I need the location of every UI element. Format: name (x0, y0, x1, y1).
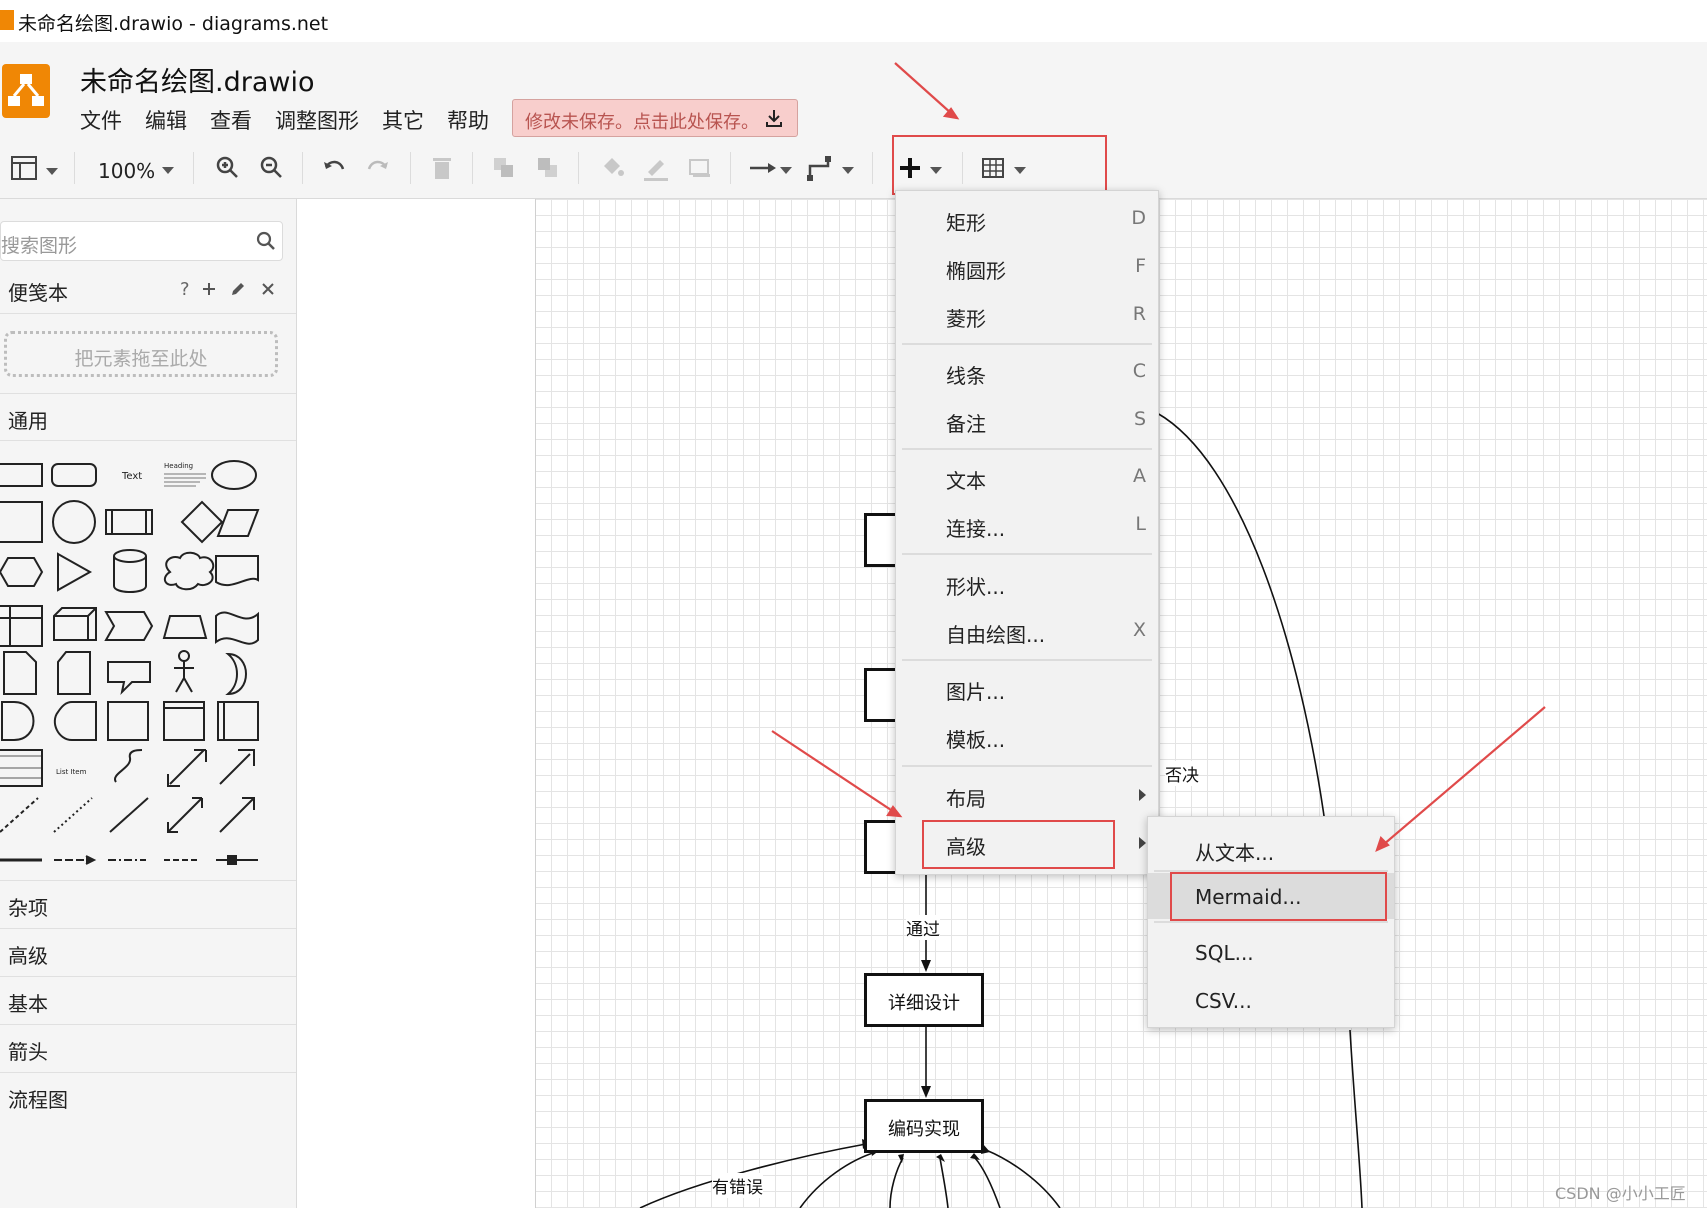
chevron-right-icon (1139, 837, 1146, 849)
insert-button-highlight (892, 135, 1107, 195)
node-implementation[interactable]: 编码实现 (864, 1099, 984, 1153)
save-banner-text: 修改未保存。点击此处保存。 (525, 112, 759, 133)
edit-icon[interactable] (230, 281, 246, 297)
menu-file[interactable]: 文件 (80, 105, 122, 135)
section-advanced[interactable]: 高级 (8, 940, 48, 969)
scratchpad-dropzone[interactable]: 把元素拖至此处 (4, 331, 278, 377)
menu-item-ellipse[interactable]: 椭圆形 F (896, 245, 1158, 289)
chevron-down-icon[interactable] (162, 167, 174, 174)
mermaid-item-highlight (1170, 872, 1387, 921)
advanced-item-highlight (922, 820, 1115, 869)
shadow-icon (689, 159, 710, 177)
submenu-item-from-text[interactable]: 从文本... (1148, 825, 1394, 871)
search-placeholder: 搜索图形 (1, 235, 78, 257)
general-shapes-palette[interactable]: Text Heading List Item (0, 444, 296, 894)
line-color-icon (644, 160, 668, 181)
list-item-shape-label: List Item (56, 768, 87, 776)
fill-color-icon (604, 158, 624, 176)
to-back-icon (538, 158, 557, 177)
shapes-sidebar: 搜索图形 便笺本 ? 把元素拖至此处 通用 Text Heading List … (0, 199, 297, 1208)
close-icon[interactable] (260, 281, 276, 297)
zoom-out-icon[interactable] (258, 154, 286, 182)
submenu-item-sql[interactable]: SQL... (1148, 929, 1394, 975)
section-basic[interactable]: 基本 (8, 988, 48, 1017)
chevron-right-icon (1139, 789, 1146, 801)
menu-view[interactable]: 查看 (210, 105, 252, 135)
waypoints-icon[interactable] (806, 154, 836, 182)
menu-item-freehand[interactable]: 自由绘图... X (896, 609, 1158, 653)
watermark: CSDN @小小工匠 (1555, 1184, 1686, 1203)
chevron-down-icon[interactable] (46, 168, 58, 175)
download-icon (766, 110, 782, 127)
menu-arrange[interactable]: 调整图形 (275, 105, 359, 135)
menu-help[interactable]: 帮助 (447, 105, 489, 135)
delete-icon (433, 158, 451, 179)
undo-icon[interactable] (320, 154, 348, 182)
edge-label-reject[interactable]: 否决 (1165, 761, 1199, 786)
app-header: 未命名绘图.drawio 文件 编辑 查看 调整图形 其它 帮助 修改未保存。点… (0, 42, 1707, 138)
zoom-in-icon[interactable] (214, 154, 242, 182)
section-arrows[interactable]: 箭头 (8, 1036, 48, 1065)
connection-style-icon[interactable] (748, 154, 778, 182)
chevron-down-icon[interactable] (780, 167, 792, 174)
section-misc[interactable]: 杂项 (8, 892, 48, 921)
format-panel-icon[interactable] (10, 154, 40, 182)
drawio-logo-icon (2, 64, 50, 118)
menu-item-link[interactable]: 连接... L (896, 503, 1158, 547)
chevron-down-icon[interactable] (842, 167, 854, 174)
to-front-icon (494, 158, 513, 177)
node-detailed-design[interactable]: 详细设计 (864, 973, 984, 1027)
menu-item-layout[interactable]: 布局 (896, 773, 1158, 817)
menu-item-rhombus[interactable]: 菱形 R (896, 293, 1158, 337)
window-title: 未命名绘图.drawio - diagrams.net (18, 13, 329, 35)
submenu-item-csv[interactable]: CSV... (1148, 977, 1394, 1023)
window-titlebar: 未命名绘图.drawio - diagrams.net (0, 0, 1707, 42)
help-icon[interactable]: ? (180, 279, 190, 300)
menu-item-image[interactable]: 图片... (896, 666, 1158, 710)
menu-item-line[interactable]: 线条 C (896, 350, 1158, 394)
menu-item-note[interactable]: 备注 S (896, 398, 1158, 442)
unsaved-changes-banner[interactable]: 修改未保存。点击此处保存。 (512, 99, 798, 137)
scratchpad-title[interactable]: 便笺本 (8, 277, 68, 306)
menu-item-shapes[interactable]: 形状... (896, 561, 1158, 605)
heading-shape-label: Heading (164, 462, 193, 470)
advanced-submenu: 从文本... Mermaid... SQL... CSV... (1147, 816, 1395, 1028)
section-general[interactable]: 通用 (8, 405, 48, 434)
redo-icon (367, 160, 388, 170)
toolbar: 100% (0, 138, 1707, 199)
zoom-level[interactable]: 100% (98, 159, 155, 183)
edge-label-pass[interactable]: 通过 (906, 915, 940, 940)
add-icon[interactable] (201, 281, 217, 297)
search-icon[interactable] (256, 231, 276, 251)
menu-item-text[interactable]: 文本 A (896, 455, 1158, 499)
menu-edit[interactable]: 编辑 (145, 105, 187, 135)
document-title[interactable]: 未命名绘图.drawio (80, 60, 314, 99)
text-shape-label: Text (121, 471, 142, 482)
menu-item-template[interactable]: 模板... (896, 714, 1158, 758)
insert-dropdown-menu: 矩形 D 椭圆形 F 菱形 R 线条 C 备注 S 文本 A 连接... L 形状... 自由… (895, 190, 1159, 875)
menu-item-rectangle[interactable]: 矩形 D (896, 197, 1158, 241)
section-flowchart[interactable]: 流程图 (8, 1084, 68, 1113)
search-shapes-field[interactable]: 搜索图形 (0, 221, 283, 261)
menu-extras[interactable]: 其它 (382, 105, 424, 135)
app-icon (0, 10, 14, 30)
edge-label-error[interactable]: 有错误 (712, 1173, 763, 1198)
